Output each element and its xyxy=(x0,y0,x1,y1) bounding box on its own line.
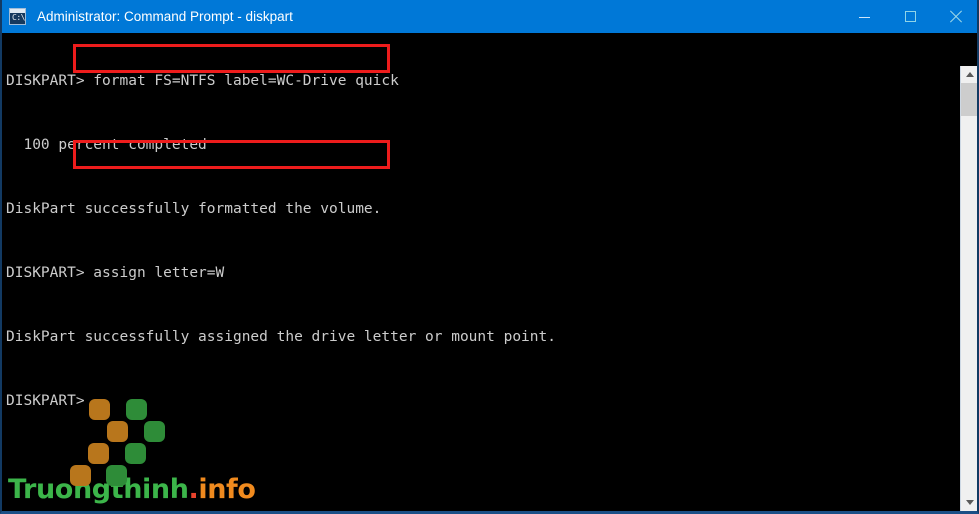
maximize-button[interactable] xyxy=(887,0,933,33)
chevron-up-icon xyxy=(965,72,974,77)
console-line: DiskPart successfully formatted the volu… xyxy=(6,201,382,217)
logo-block xyxy=(106,465,127,486)
console-text: DISKPART> format FS=NTFS label=WC-Drive … xyxy=(6,33,556,449)
chevron-down-icon xyxy=(965,500,974,505)
logo-block xyxy=(70,465,91,486)
command-prompt-window: C:\ Administrator: Command Prompt - disk… xyxy=(0,0,979,514)
watermark-tld: info xyxy=(198,474,256,505)
console-line: DISKPART> assign letter=W xyxy=(6,265,225,281)
window-controls xyxy=(841,0,977,33)
watermark-dot: . xyxy=(188,474,199,505)
minimize-icon xyxy=(858,16,870,18)
logo-block xyxy=(126,399,147,420)
close-icon xyxy=(949,10,963,24)
watermark-name: Truongthinh xyxy=(8,474,189,505)
logo-block xyxy=(89,399,110,420)
console-output-area[interactable]: DISKPART> format FS=NTFS label=WC-Drive … xyxy=(2,33,977,511)
console-icon-text: C:\ xyxy=(12,13,25,22)
title-bar-left: C:\ Administrator: Command Prompt - disk… xyxy=(2,0,841,33)
logo-block xyxy=(144,421,165,442)
maximize-icon xyxy=(904,11,916,22)
console-icon: C:\ xyxy=(9,8,26,25)
scrollbar-thumb[interactable] xyxy=(961,83,977,116)
logo-block xyxy=(107,421,128,442)
watermark: Truongthinh.info xyxy=(8,399,256,505)
watermark-logo-icon xyxy=(70,399,165,486)
scroll-down-button[interactable] xyxy=(961,494,977,511)
window-title: Administrator: Command Prompt - diskpart xyxy=(37,9,293,24)
vertical-scrollbar[interactable] xyxy=(960,66,977,511)
minimize-button[interactable] xyxy=(841,0,887,33)
console-line: 100 percent completed xyxy=(6,137,207,153)
console-line: DISKPART> format FS=NTFS label=WC-Drive … xyxy=(6,73,399,89)
title-bar[interactable]: C:\ Administrator: Command Prompt - disk… xyxy=(2,0,977,33)
scroll-up-button[interactable] xyxy=(961,66,977,83)
close-button[interactable] xyxy=(933,0,977,33)
logo-block xyxy=(125,443,146,464)
logo-block xyxy=(88,443,109,464)
console-line: DiskPart successfully assigned the drive… xyxy=(6,329,556,345)
